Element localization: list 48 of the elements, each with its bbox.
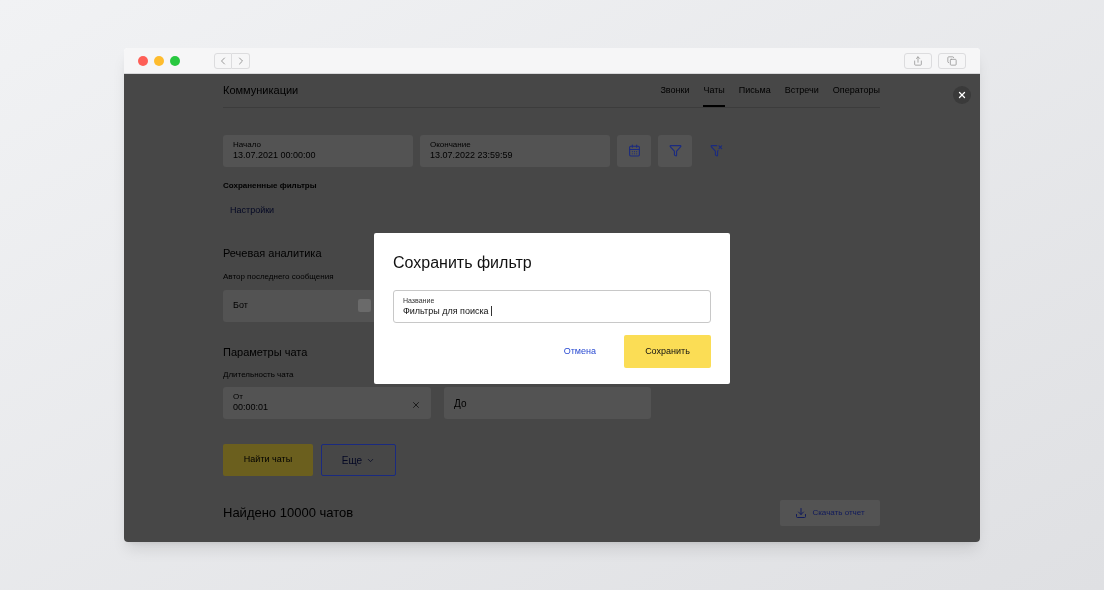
nav-tab[interactable]: Письма [738,84,771,107]
find-chats-button[interactable]: Найти чаты [223,444,313,476]
duration-from-field[interactable]: От 00:00:01 [223,387,431,419]
cancel-button[interactable]: Отмена [563,344,596,359]
date-field[interactable]: Окончание 13.07.2022 23:59:59 [420,134,610,167]
filter-clear-icon [709,144,723,157]
close-button[interactable] [953,86,971,104]
clear-icon[interactable] [411,400,421,410]
calendar-icon [627,144,641,157]
tabs-button[interactable] [938,52,966,69]
field-value: 13.07.2022 23:59:59 [430,148,513,161]
nav-tab[interactable]: Встречи [784,84,819,107]
field-label: От [233,392,243,401]
field-value: 13.07.2021 00:00:00 [233,148,316,161]
filter-icon [668,144,682,157]
field-value: 00:00:01 [233,401,269,413]
field-caption: Автор последнего сообщения [223,270,334,283]
forward-button[interactable] [232,52,250,69]
close-icon [957,90,967,100]
save-button[interactable]: Сохранить [624,335,711,368]
page-title: Коммуникации [223,83,299,98]
field-caption: Длительность чата [223,369,294,381]
minimize-window-icon[interactable] [154,55,164,66]
section-title: Речевая аналитика [223,246,322,261]
share-icon [913,55,923,66]
close-window-icon[interactable] [138,55,148,66]
copy-icon [947,55,957,66]
section-title: Параметры чата [223,344,308,360]
share-button[interactable] [904,52,932,69]
back-button[interactable] [214,52,232,69]
text-cursor [490,306,492,316]
results-count: Найдено 10000 чатов [223,504,354,523]
field-placeholder: До [454,396,467,411]
dialog-title: Сохранить фильтр [393,253,532,273]
nav-tab[interactable]: Звонки [660,84,690,107]
maximize-window-icon[interactable] [170,55,180,66]
nav-tab[interactable]: Операторы [832,84,880,107]
calendar-button[interactable] [617,134,651,167]
date-field[interactable]: Начало 13.07.2021 00:00:00 [223,134,413,167]
duration-to-field[interactable]: До [444,387,651,419]
settings-link[interactable]: Настройки [230,203,275,217]
section-label: Сохраненные фильтры [223,179,317,192]
more-button[interactable]: Еще [321,444,396,476]
field-label: Начало [233,139,261,149]
nav-tab[interactable]: Чаты [703,84,725,107]
field-label: Окончание [430,139,471,149]
download-icon [795,507,808,519]
filter-button[interactable] [658,134,692,167]
